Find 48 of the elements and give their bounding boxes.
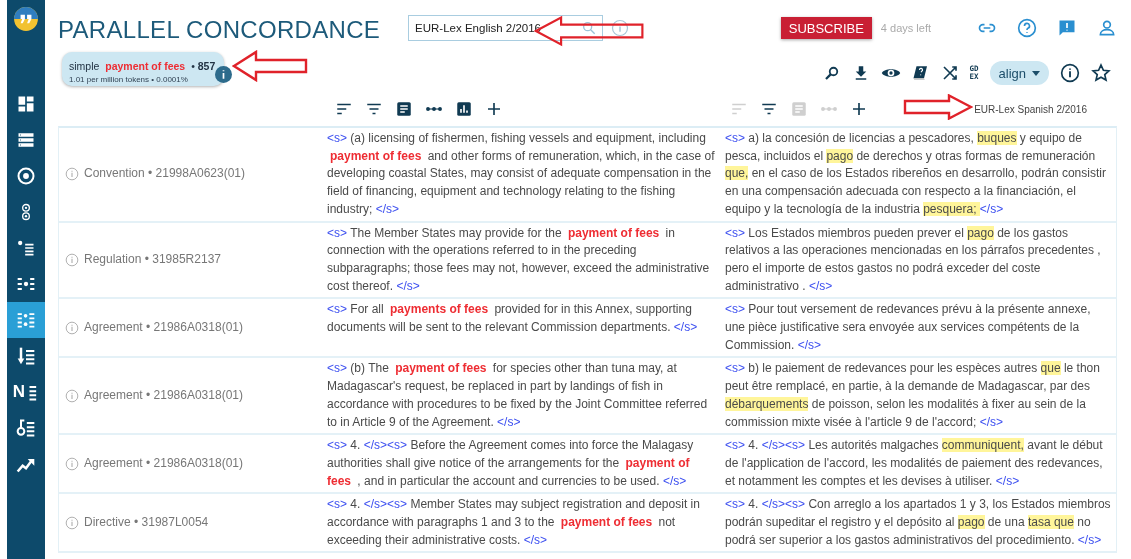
dashboard-icon xyxy=(16,94,36,114)
source-sentence: <s> (b) The payment of fees for species other than tuna may, at Madagascar's request, be replaced in part by landings of fish in accordance with procedures to be fixed by the Joint Committee referred to in Article 9 of the Agreement. </s> xyxy=(326,360,709,431)
target-sentence: <s> 4. </s><s> Con arreglo a los apartados 1 y 3, los Estados miembros podrán supeditar el registro y el depósito al pago de una tasa que no podrá ser superior a los gastos administrativos del procedimiento. </s> xyxy=(724,496,1112,549)
caret-icon xyxy=(1032,70,1040,76)
user-icon[interactable] xyxy=(1097,18,1117,38)
target-icon xyxy=(16,166,36,186)
target-sentence: <s> Pour tout versement de redevances prévu à la présente annexe, une pièce justificative sera envoyée aux services compétents de la Commission. </s> xyxy=(724,301,1092,354)
source-sentence: <s> The Member States may provide for the payment of fees in connection with the operations referred to in the preceding subparagraphs; those fees may not, however, exceed the administrative cost thereof. </s> xyxy=(326,224,711,295)
source-sentence: <s> For all payments of fees provided for in this Annex, supporting documents will be sent to the relevant Commission departments. </s> xyxy=(326,301,699,337)
align-dropdown[interactable]: align xyxy=(989,61,1049,85)
star-icon[interactable] xyxy=(1091,63,1111,83)
help-icon[interactable] xyxy=(1017,18,1037,38)
logo-icon xyxy=(13,6,39,32)
plus-icon[interactable] xyxy=(485,100,503,118)
page-title: PARALLEL CONCORDANCE xyxy=(58,16,381,44)
document-reference: Directive • 31987L0054 xyxy=(84,514,209,532)
document-reference: Agreement • 21986A0318(01) xyxy=(84,454,243,472)
target-sentence: <s> Los Estados miembros pueden prever el pago de los gastos relativos a las operaciones mencionadas en los párrafos precedentes , pero el importe de estos gastos no podrá exceder del coste administrativo . </s> xyxy=(724,224,1102,295)
document-icon[interactable] xyxy=(395,100,413,118)
target-sentence: <s> 4. </s><s> Les autorités malgaches communiquent, avant le début de l'application de l'accord, les modalités de paiement des redevances, et notamment les comptes et les devises à utiliser. </s> xyxy=(724,437,1104,490)
source-sentence: <s> 4. </s><s> Before the Agreement comes into force the Malagasy authorities shall give notice of the arrangements for the payment of fees , and in particular the account and currencies to be used. </s> xyxy=(326,437,695,490)
annotation-arrow xyxy=(903,94,973,120)
trial-notice: 4 days left xyxy=(880,22,931,34)
corpus-label: EUR-Lex Spanish 2/2016 xyxy=(974,103,1087,115)
shuffle-icon[interactable] xyxy=(940,64,959,82)
sort-down-icon xyxy=(16,346,36,366)
source-sentence: <s> (a) licensing of fishermen, fishing vessels and equipment, including payment of fees and other forms of remuneration, which, in the case of developing coastal States, may consist of adequate compensation in the field of financing, equipment and technology relating to the fishing industry; </s> xyxy=(326,130,716,218)
query-summary: simple payment of fees • 857 xyxy=(69,60,216,72)
bar-chart-icon[interactable] xyxy=(455,100,473,118)
target-sentence: <s> b) le paiement de redevances pour les espèces autres que le thon peut être remplacé, en partie, à la demande de Madagascar, par des débarquements de poisson, selon les modalités à fixer au sein de la commission mixte visée à l'article 9 de l'accord; </s> xyxy=(724,360,1101,431)
subscribe-button[interactable]: SUBSCRIBE xyxy=(780,17,872,39)
source-sentence: <s> 4. </s><s> Member States may subject registration and deposit in accordance with paragraphs 1 and 3 to the payment of fees not exceeding their administrative costs. </s> xyxy=(326,496,701,549)
document-reference: Agreement • 21986A0318(01) xyxy=(84,387,243,404)
list-icon xyxy=(16,130,36,150)
document-reference: Convention • 21998A0623(01) xyxy=(84,165,245,183)
target-sentence: <s> a) la concesión de licencias a pescadores, buques y equipo de pesca, incluidos el pago de derechos y otras formas de remuneración que, en el caso de los Estados ribereños en desarrollo, podrán consistir en una compensación adecuada con respecto a la financiación, el equipo y la tecnología de la industria pesquera; </s> xyxy=(724,130,1107,218)
info-icon[interactable] xyxy=(215,66,233,83)
frequency-text: 1.01 per million tokens • 0.0001% xyxy=(69,75,189,84)
book-icon[interactable] xyxy=(911,64,930,82)
document-reference: Agreement • 21986A0318(01) xyxy=(84,319,243,337)
info-icon[interactable] xyxy=(1060,63,1080,83)
feedback-icon[interactable] xyxy=(1057,18,1077,38)
document-reference: Regulation • 31985R2137 xyxy=(84,251,221,269)
bullet-list-icon xyxy=(16,238,36,258)
plus-icon[interactable] xyxy=(850,100,868,118)
key-list-icon xyxy=(16,418,36,438)
dot-grid-icon xyxy=(16,310,36,330)
sidebar-item[interactable]: N xyxy=(7,374,45,410)
